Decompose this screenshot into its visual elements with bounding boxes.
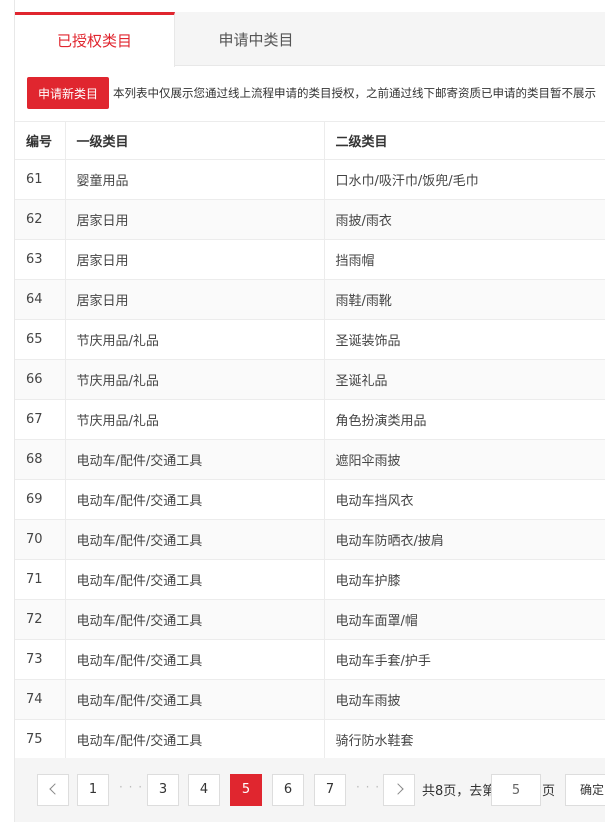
cell-level2-category: 电动车面罩/帽 xyxy=(324,599,605,640)
cell-level1-category: 电动车/配件/交通工具 xyxy=(65,439,325,480)
table-row: 68 电动车/配件/交通工具 遮阳伞雨披 xyxy=(15,439,605,480)
cell-level2-category: 遮阳伞雨披 xyxy=(324,439,605,480)
table-row: 65 节庆用品/礼品 圣诞装饰品 xyxy=(15,319,605,360)
tab-bar: 已授权类目 申请中类目 xyxy=(15,12,605,67)
cell-level1-category: 电动车/配件/交通工具 xyxy=(65,559,325,600)
page-suffix-text: 页 xyxy=(542,784,556,799)
page-button-3[interactable]: 3 xyxy=(147,774,179,806)
cell-id: 68 xyxy=(15,439,66,480)
cell-level1-category: 居家日用 xyxy=(65,239,325,280)
cell-id: 66 xyxy=(15,359,66,400)
cell-id: 64 xyxy=(15,279,66,320)
page-button-6[interactable]: 6 xyxy=(272,774,304,806)
cell-level1-category: 婴童用品 xyxy=(65,159,325,200)
cell-id: 62 xyxy=(15,199,66,240)
page-button-7[interactable]: 7 xyxy=(314,774,346,806)
cell-id: 73 xyxy=(15,639,66,680)
cell-id: 72 xyxy=(15,599,66,640)
table-row: 67 节庆用品/礼品 角色扮演类用品 xyxy=(15,399,605,440)
page-button-4[interactable]: 4 xyxy=(188,774,220,806)
cell-id: 74 xyxy=(15,679,66,720)
prev-page-button[interactable] xyxy=(37,774,69,806)
table-row: 66 节庆用品/礼品 圣诞礼品 xyxy=(15,359,605,400)
cell-level2-category: 电动车手套/护手 xyxy=(324,639,605,680)
cell-level2-category: 雨披/雨衣 xyxy=(324,199,605,240)
category-table-wrapper: 编号 一级类目 二级类目 61 婴童用品 口水巾/吸汗巾/饭兜/毛巾 62 居家日用 雨披… xyxy=(15,121,605,760)
cell-level2-category: 口水巾/吸汗巾/饭兜/毛巾 xyxy=(324,159,605,200)
cell-level2-category: 挡雨帽 xyxy=(324,239,605,280)
table-row: 64 居家日用 雨鞋/雨靴 xyxy=(15,279,605,320)
cell-level1-category: 电动车/配件/交通工具 xyxy=(65,599,325,640)
next-page-button[interactable] xyxy=(383,774,415,806)
apply-new-category-button[interactable]: 申请新类目 xyxy=(27,77,109,109)
cell-id: 71 xyxy=(15,559,66,600)
cell-level1-category: 电动车/配件/交通工具 xyxy=(65,639,325,680)
cell-level1-category: 电动车/配件/交通工具 xyxy=(65,679,325,720)
tab-authorized-categories[interactable]: 已授权类目 xyxy=(15,12,175,67)
cell-level1-category: 节庆用品/礼品 xyxy=(65,359,325,400)
cell-id: 69 xyxy=(15,479,66,520)
cell-level2-category: 电动车防晒衣/披肩 xyxy=(324,519,605,560)
cell-level2-category: 骑行防水鞋套 xyxy=(324,719,605,760)
toolbar: 申请新类目 本列表中仅展示您通过线上流程申请的类目授权，之前通过线下邮寄资质已申… xyxy=(15,67,605,121)
column-header-level2: 二级类目 xyxy=(324,121,605,160)
cell-level1-category: 节庆用品/礼品 xyxy=(65,399,325,440)
cell-id: 63 xyxy=(15,239,66,280)
chevron-left-icon xyxy=(48,783,61,795)
category-table: 编号 一级类目 二级类目 61 婴童用品 口水巾/吸汗巾/饭兜/毛巾 62 居家日用 雨披… xyxy=(15,121,605,760)
cell-id: 61 xyxy=(15,159,66,200)
cell-level2-category: 雨鞋/雨靴 xyxy=(324,279,605,320)
table-row: 70 电动车/配件/交通工具 电动车防晒衣/披肩 xyxy=(15,519,605,560)
cell-level1-category: 电动车/配件/交通工具 xyxy=(65,479,325,520)
table-row: 69 电动车/配件/交通工具 电动车挡风衣 xyxy=(15,479,605,520)
table-row: 61 婴童用品 口水巾/吸汗巾/饭兜/毛巾 xyxy=(15,159,605,200)
cell-level1-category: 居家日用 xyxy=(65,279,325,320)
total-pages-text: 共8页，去第 xyxy=(422,784,496,799)
page-button-1[interactable]: 1 xyxy=(77,774,109,806)
table-row: 62 居家日用 雨披/雨衣 xyxy=(15,199,605,240)
pagination: 1 · · · 3 4 5 6 7 · · · 共8页，去第 页 确定 xyxy=(15,758,605,822)
column-header-id: 编号 xyxy=(15,121,66,160)
column-header-level1: 一级类目 xyxy=(65,121,325,160)
cell-id: 75 xyxy=(15,719,66,760)
cell-level2-category: 电动车挡风衣 xyxy=(324,479,605,520)
cell-level2-category: 圣诞礼品 xyxy=(324,359,605,400)
goto-page-input[interactable] xyxy=(491,774,541,806)
cell-level1-category: 节庆用品/礼品 xyxy=(65,319,325,360)
table-row: 71 电动车/配件/交通工具 电动车护膝 xyxy=(15,559,605,600)
table-body: 61 婴童用品 口水巾/吸汗巾/饭兜/毛巾 62 居家日用 雨披/雨衣 63 居家日用 挡雨帽 6… xyxy=(15,159,605,760)
cell-level2-category: 电动车雨披 xyxy=(324,679,605,720)
table-row: 73 电动车/配件/交通工具 电动车手套/护手 xyxy=(15,639,605,680)
cell-level2-category: 电动车护膝 xyxy=(324,559,605,600)
tab-pending-categories[interactable]: 申请中类目 xyxy=(176,12,336,66)
page-button-5-current[interactable]: 5 xyxy=(230,774,262,806)
table-header-row: 编号 一级类目 二级类目 xyxy=(15,121,605,160)
table-row: 72 电动车/配件/交通工具 电动车面罩/帽 xyxy=(15,599,605,640)
cell-id: 70 xyxy=(15,519,66,560)
cell-level2-category: 圣诞装饰品 xyxy=(324,319,605,360)
table-row: 74 电动车/配件/交通工具 电动车雨披 xyxy=(15,679,605,720)
chevron-right-icon xyxy=(391,783,404,795)
table-row: 75 电动车/配件/交通工具 骑行防水鞋套 xyxy=(15,719,605,760)
cell-level1-category: 电动车/配件/交通工具 xyxy=(65,519,325,560)
page-ellipsis-left: · · · xyxy=(119,780,144,794)
authorized-categories-panel: 已授权类目 申请中类目 申请新类目 本列表中仅展示您通过线上流程申请的类目授权，… xyxy=(14,0,605,822)
goto-confirm-button[interactable]: 确定 xyxy=(565,774,605,806)
cell-id: 65 xyxy=(15,319,66,360)
table-row: 63 居家日用 挡雨帽 xyxy=(15,239,605,280)
cell-level1-category: 居家日用 xyxy=(65,199,325,240)
notice-text: 本列表中仅展示您通过线上流程申请的类目授权，之前通过线下邮寄资质已申请的类目暂不… xyxy=(113,86,596,100)
cell-level2-category: 角色扮演类用品 xyxy=(324,399,605,440)
cell-level1-category: 电动车/配件/交通工具 xyxy=(65,719,325,760)
page-ellipsis-right: · · · xyxy=(356,780,381,794)
cell-id: 67 xyxy=(15,399,66,440)
